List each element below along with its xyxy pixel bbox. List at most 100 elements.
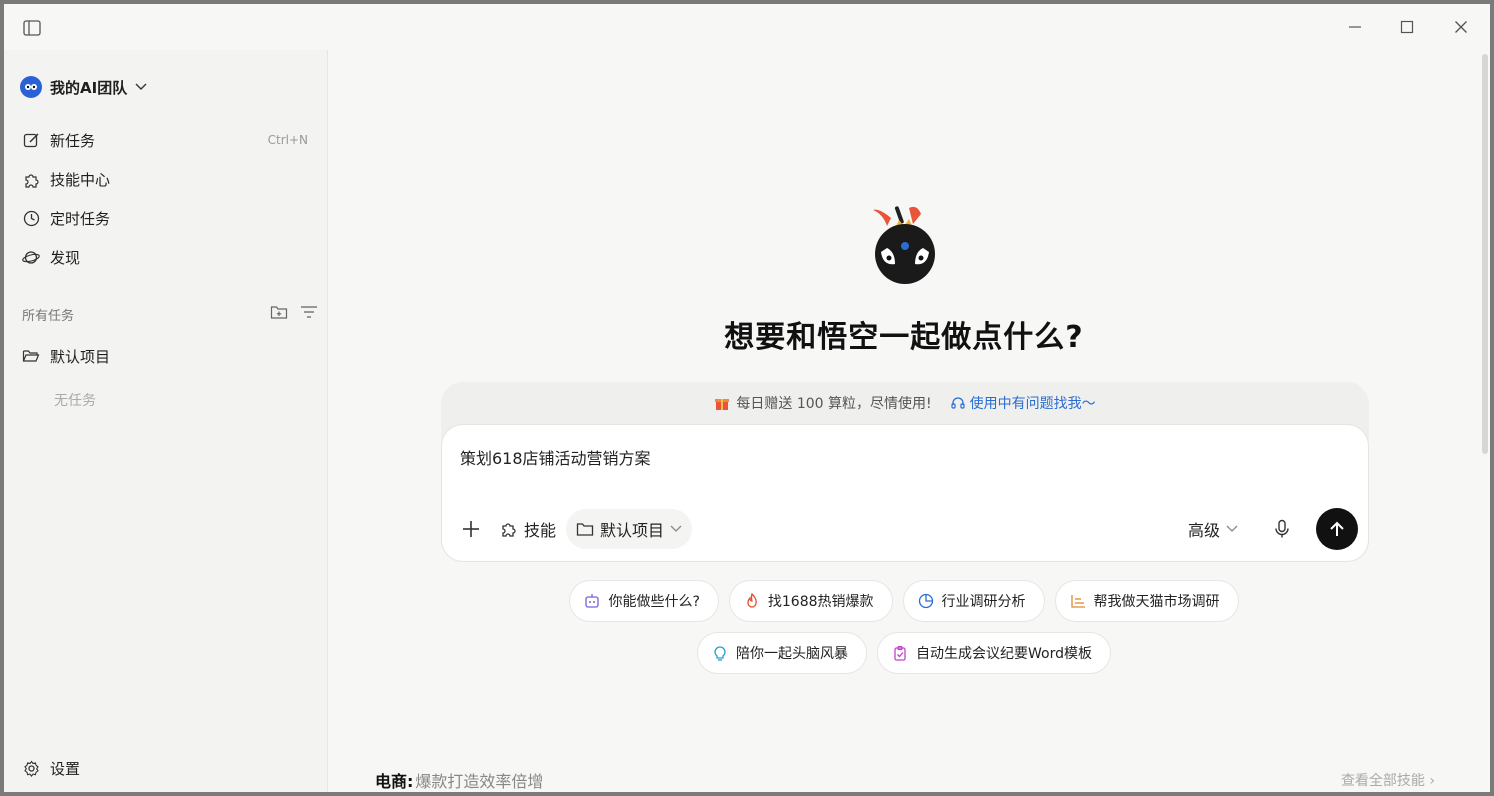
- category-subtitle: 爆款打造效率倍增: [415, 772, 544, 791]
- shortcut-hint: Ctrl+N: [267, 133, 308, 147]
- puzzle-icon: [22, 170, 40, 188]
- bar-chart-icon: [1070, 595, 1085, 608]
- plus-icon: [463, 521, 479, 537]
- chip-label: 你能做些什么?: [608, 594, 700, 610]
- skill-button[interactable]: 技能: [490, 509, 566, 549]
- all-tasks-header: 所有任务: [22, 302, 318, 326]
- suggestion-chips: 你能做些什么? 找1688热销爆款 行业调研分析 帮我做天猫市场调研 陪你一起头…: [329, 580, 1479, 684]
- gift-icon: [715, 399, 730, 410]
- settings-button[interactable]: 设置: [12, 750, 320, 786]
- folder-open-icon: [22, 347, 40, 365]
- minimize-button[interactable]: [1330, 4, 1380, 50]
- chip-row: 你能做些什么? 找1688热销爆款 行业调研分析 帮我做天猫市场调研: [329, 580, 1479, 622]
- composer-toolbar: 技能 默认项目 高级: [452, 507, 1358, 551]
- puzzle-icon: [502, 523, 516, 537]
- team-avatar: [20, 76, 42, 98]
- arrow-up-icon: [1330, 521, 1344, 536]
- folder-icon: [576, 523, 594, 536]
- chip-label: 帮我做天猫市场调研: [1093, 594, 1220, 610]
- close-button[interactable]: [1436, 4, 1486, 50]
- view-all-skills-link[interactable]: 查看全部技能 ›: [1341, 770, 1435, 790]
- robot-icon: [585, 594, 600, 608]
- team-name: 我的AI团队: [50, 78, 128, 97]
- chip-label: 行业调研分析: [941, 594, 1026, 610]
- promo-banner: 每日赠送 100 算粒，尽情使用! 使用中有问题找我～: [441, 382, 1369, 424]
- sidebar-toggle-icon: [23, 20, 41, 36]
- new-folder-button[interactable]: [270, 304, 288, 324]
- sidebar-item-label: 新任务: [50, 131, 96, 150]
- sidebar-item-label: 发现: [50, 248, 81, 267]
- chevron-down-icon: [670, 525, 682, 532]
- help-link[interactable]: 使用中有问题找我～: [950, 393, 1096, 413]
- promo-text: 每日赠送 100 算粒，尽情使用!: [736, 396, 932, 412]
- main-panel: 想要和悟空一起做点什么? 每日赠送 100 算粒，尽情使用! 使用中有问题找我～…: [329, 50, 1490, 792]
- sidebar-item-new-task[interactable]: 新任务 Ctrl+N: [12, 122, 320, 158]
- microphone-icon: [1275, 519, 1289, 538]
- suggestion-chip[interactable]: 帮我做天猫市场调研: [1054, 580, 1239, 622]
- clipboard-icon: [894, 645, 906, 661]
- empty-tasks-text: 无任务: [54, 393, 96, 409]
- close-icon: [1455, 21, 1467, 33]
- sidebar-toggle-button[interactable]: [18, 16, 46, 40]
- settings-label: 设置: [50, 759, 81, 778]
- skill-label: 技能: [524, 521, 557, 540]
- help-link-text: 使用中有问题找我～: [969, 396, 1096, 412]
- project-selector-label: 默认项目: [600, 521, 665, 540]
- voice-input-button[interactable]: [1264, 509, 1300, 549]
- app-window: 我的AI团队 新任务 Ctrl+N 技能中心 定时任务 发现 所有任务 默认项目…: [4, 4, 1490, 792]
- project-selector[interactable]: 默认项目: [566, 509, 693, 549]
- chip-row: 陪你一起头脑风暴 自动生成会议纪要Word模板: [329, 632, 1479, 674]
- maximize-icon: [1400, 20, 1414, 34]
- clock-icon: [22, 209, 40, 227]
- project-name: 默认项目: [50, 347, 111, 366]
- prompt-input[interactable]: 策划618店铺活动营销方案: [460, 445, 651, 469]
- edit-icon: [22, 131, 40, 149]
- planet-icon: [22, 248, 40, 266]
- sidebar-item-discover[interactable]: 发现: [12, 239, 320, 275]
- category-label: 电商:: [375, 772, 414, 791]
- sidebar-item-scheduled-tasks[interactable]: 定时任务: [12, 200, 320, 236]
- headset-icon: [951, 397, 965, 409]
- filter-button[interactable]: [300, 304, 318, 324]
- chevron-down-icon: [135, 83, 147, 90]
- maximize-button[interactable]: [1382, 4, 1432, 50]
- minimize-icon: [1349, 26, 1361, 28]
- pie-chart-icon: [918, 593, 933, 609]
- fire-icon: [747, 593, 757, 608]
- folder-add-icon: [270, 306, 288, 319]
- gear-icon: [22, 759, 40, 777]
- sidebar-item-label: 定时任务: [50, 209, 111, 228]
- chevron-down-icon: [1226, 525, 1238, 532]
- mode-label: 高级: [1187, 521, 1220, 540]
- title-bar: [4, 4, 1490, 50]
- scrollbar[interactable]: [1482, 54, 1488, 454]
- project-item-default[interactable]: 默认项目: [12, 338, 320, 374]
- chip-label: 找1688热销爆款: [767, 594, 874, 610]
- sidebar-item-label: 技能中心: [50, 170, 111, 189]
- prompt-input-box[interactable]: 策划618店铺活动营销方案 技能 默认项目 高级: [441, 424, 1369, 562]
- mascot-logo: [873, 206, 935, 284]
- page-title: 想要和悟空一起做点什么?: [724, 320, 1084, 355]
- team-switcher[interactable]: 我的AI团队: [20, 72, 147, 102]
- suggestion-chip[interactable]: 自动生成会议纪要Word模板: [877, 632, 1111, 674]
- mascot-face-icon: [25, 84, 37, 90]
- section-title: 所有任务: [22, 308, 75, 324]
- composer-card: 每日赠送 100 算粒，尽情使用! 使用中有问题找我～ 策划618店铺活动营销方…: [441, 382, 1369, 562]
- add-attachment-button[interactable]: [452, 509, 490, 549]
- suggestion-chip[interactable]: 找1688热销爆款: [728, 580, 893, 622]
- suggestion-chip[interactable]: 行业调研分析: [902, 580, 1045, 622]
- lightbulb-icon: [714, 646, 726, 661]
- project-list: 默认项目: [12, 338, 320, 377]
- suggestion-chip[interactable]: 陪你一起头脑风暴: [697, 632, 867, 674]
- sidebar-nav: 新任务 Ctrl+N 技能中心 定时任务 发现: [12, 122, 320, 278]
- filter-icon: [301, 306, 317, 318]
- chip-label: 陪你一起头脑风暴: [736, 646, 848, 662]
- skill-category-header: 电商: 爆款打造效率倍增 查看全部技能 ›: [375, 768, 1435, 792]
- send-button[interactable]: [1316, 508, 1358, 550]
- sidebar-item-skill-center[interactable]: 技能中心: [12, 161, 320, 197]
- sidebar: 我的AI团队 新任务 Ctrl+N 技能中心 定时任务 发现 所有任务 默认项目…: [4, 20, 328, 792]
- suggestion-chip[interactable]: 你能做些什么?: [569, 580, 719, 622]
- mode-selector[interactable]: 高级: [1178, 509, 1248, 549]
- chip-label: 自动生成会议纪要Word模板: [916, 646, 1092, 662]
- settings-area: 设置: [12, 750, 320, 789]
